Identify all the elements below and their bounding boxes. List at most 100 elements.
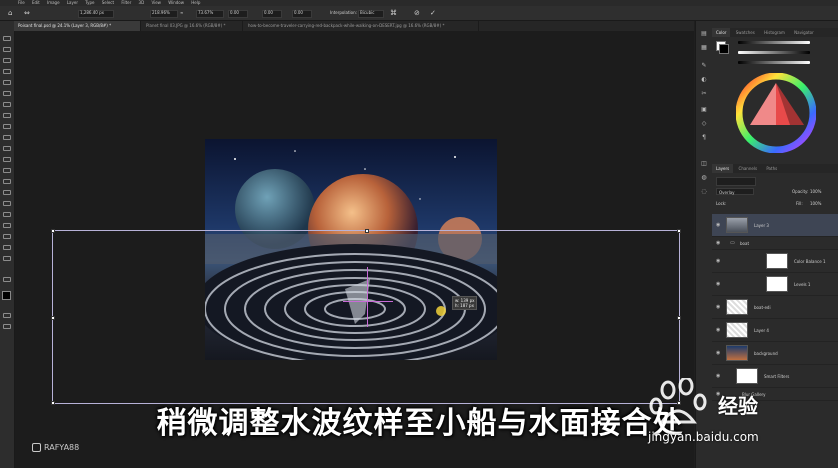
blur-tool-icon[interactable]	[3, 179, 11, 184]
tab-channels[interactable]: Channels	[735, 166, 762, 171]
tab-color[interactable]: Color	[712, 28, 731, 37]
crop-tool-icon[interactable]	[3, 80, 11, 85]
transform-icon[interactable]: ⇔	[24, 6, 30, 20]
history-panel-icon[interactable]: ▤	[700, 31, 708, 37]
fill-value[interactable]: 100%	[810, 201, 821, 206]
transform-bounding-box[interactable]	[51, 229, 681, 405]
color-swatch-bg[interactable]	[719, 44, 729, 54]
opacity-value[interactable]: 100%	[810, 189, 821, 194]
eyedropper-tool-icon[interactable]	[3, 102, 11, 107]
brightness-slider[interactable]	[738, 61, 810, 64]
menu-layer[interactable]: Layer	[67, 0, 78, 5]
warp-icon[interactable]: ⌘	[390, 6, 397, 20]
eye-icon[interactable]: ◉	[716, 327, 720, 333]
tab-paths[interactable]: Paths	[762, 166, 781, 171]
menu-window[interactable]: Window	[168, 0, 184, 5]
shape-tool-icon[interactable]	[3, 234, 11, 239]
layer-row[interactable]: ◉ Layer 3	[712, 214, 838, 237]
commit-icon[interactable]: ✓	[430, 6, 436, 20]
quick-mask-icon[interactable]	[3, 313, 11, 318]
tab-layers[interactable]: Layers	[712, 164, 734, 173]
channels-panel-icon[interactable]: ◍	[700, 175, 708, 181]
lasso-tool-icon[interactable]	[3, 58, 11, 63]
layer-mask-thumbnail	[766, 276, 788, 292]
zoom-tool-icon[interactable]	[3, 256, 11, 261]
transform-handle-tr[interactable]	[677, 229, 681, 233]
home-icon[interactable]: ⌂	[8, 6, 12, 20]
menu-help[interactable]: Help	[191, 0, 200, 5]
tab-histogram[interactable]: Histogram	[760, 30, 789, 35]
menu-file[interactable]: File	[18, 0, 25, 5]
cancel-icon[interactable]: ⊘	[414, 6, 420, 20]
properties-panel-icon[interactable]: ▦	[700, 45, 708, 51]
pen-tool-icon[interactable]	[3, 201, 11, 206]
menu-view[interactable]: View	[151, 0, 161, 5]
layer-row[interactable]: ◉ ▭ boat	[712, 237, 838, 250]
menu-edit[interactable]: Edit	[32, 0, 40, 5]
tab-document-1[interactable]: Poisant final.psd @ 24.1% (Layer 3, RGB/…	[14, 21, 141, 31]
marquee-tool-icon[interactable]	[3, 47, 11, 52]
eye-icon[interactable]: ◉	[716, 350, 720, 356]
opacity-label: Opacity:	[792, 189, 809, 194]
layers-panel-icon[interactable]: ◫	[700, 161, 708, 167]
path-select-tool-icon[interactable]	[3, 223, 11, 228]
menu-3d[interactable]: 3D	[139, 0, 145, 5]
layer-row[interactable]: ◉ background	[712, 342, 838, 365]
blend-mode-select[interactable]: Overlay	[716, 188, 754, 195]
quick-select-tool-icon[interactable]	[3, 69, 11, 74]
tab-document-3[interactable]: how-to-become-traveler-carrying-red-back…	[244, 21, 479, 31]
move-tool-icon[interactable]	[3, 36, 11, 41]
libraries-panel-icon[interactable]: ▣	[700, 107, 708, 113]
foreground-color-swatch[interactable]	[2, 291, 11, 300]
color-wheel[interactable]	[736, 73, 816, 153]
type-tool-icon[interactable]	[3, 212, 11, 217]
paragraph-panel-icon[interactable]: ¶	[700, 135, 708, 141]
eye-icon[interactable]: ◉	[716, 222, 720, 228]
paths-panel-icon[interactable]: ◌	[700, 189, 708, 195]
healing-tool-icon[interactable]	[3, 113, 11, 118]
gradient-tool-icon[interactable]	[3, 168, 11, 173]
eye-icon[interactable]: ◉	[716, 281, 720, 287]
transform-handle-t[interactable]	[365, 229, 369, 233]
color-panel-tabs: Color Swatches Histogram Navigator	[712, 28, 838, 37]
transform-handle-tl[interactable]	[51, 229, 55, 233]
dodge-tool-icon[interactable]	[3, 190, 11, 195]
hue-slider[interactable]	[738, 41, 810, 44]
history-brush-tool-icon[interactable]	[3, 146, 11, 151]
menu-select[interactable]: Select	[102, 0, 114, 5]
layer-row[interactable]: ◉ Levels 1	[712, 273, 838, 296]
jingyan-url: jingyan.baidu.com	[648, 430, 759, 444]
eraser-tool-icon[interactable]	[3, 157, 11, 162]
menu-type[interactable]: Type	[85, 0, 94, 5]
instagram-icon	[32, 443, 41, 452]
menu-image[interactable]: Image	[47, 0, 60, 5]
watermark-text: RAFYA88	[44, 443, 80, 452]
transform-readout: w: 139 px h: 187 px	[452, 296, 478, 310]
more-tools-icon[interactable]	[3, 277, 11, 282]
eye-icon[interactable]: ◉	[716, 258, 720, 264]
layer-row[interactable]: ◉ Color Balance 1	[712, 250, 838, 273]
transform-handle-l[interactable]	[51, 316, 55, 320]
styles-panel-icon[interactable]: ◇	[700, 121, 708, 127]
filter-kind-select[interactable]	[716, 177, 756, 186]
frame-tool-icon[interactable]	[3, 91, 11, 96]
screen-mode-icon[interactable]	[3, 324, 11, 329]
link-icon[interactable]: ∞	[180, 6, 183, 20]
tab-navigator[interactable]: Navigator	[790, 30, 818, 35]
tools-panel-icon[interactable]: ✂	[700, 91, 708, 97]
tab-swatches[interactable]: Swatches	[732, 30, 759, 35]
menu-filter[interactable]: Filter	[121, 0, 131, 5]
saturation-slider[interactable]	[738, 51, 810, 54]
readout-height: h: 187 px	[455, 303, 474, 308]
layer-row[interactable]: ◉ Layer 4	[712, 319, 838, 342]
transform-handle-r[interactable]	[677, 316, 681, 320]
eye-icon[interactable]: ◉	[716, 240, 720, 246]
tab-document-2[interactable]: Planet final 03.JPG @ 16.6% (RGB/8#) *	[142, 21, 243, 31]
eye-icon[interactable]: ◉	[716, 304, 720, 310]
stamp-tool-icon[interactable]	[3, 135, 11, 140]
brush-tool-icon[interactable]	[3, 124, 11, 129]
layer-row[interactable]: ◉ boat-edi	[712, 296, 838, 319]
hand-tool-icon[interactable]	[3, 245, 11, 250]
adjustments-panel-icon[interactable]: ◐	[700, 77, 708, 83]
brush-panel-icon[interactable]: ✎	[700, 63, 708, 69]
